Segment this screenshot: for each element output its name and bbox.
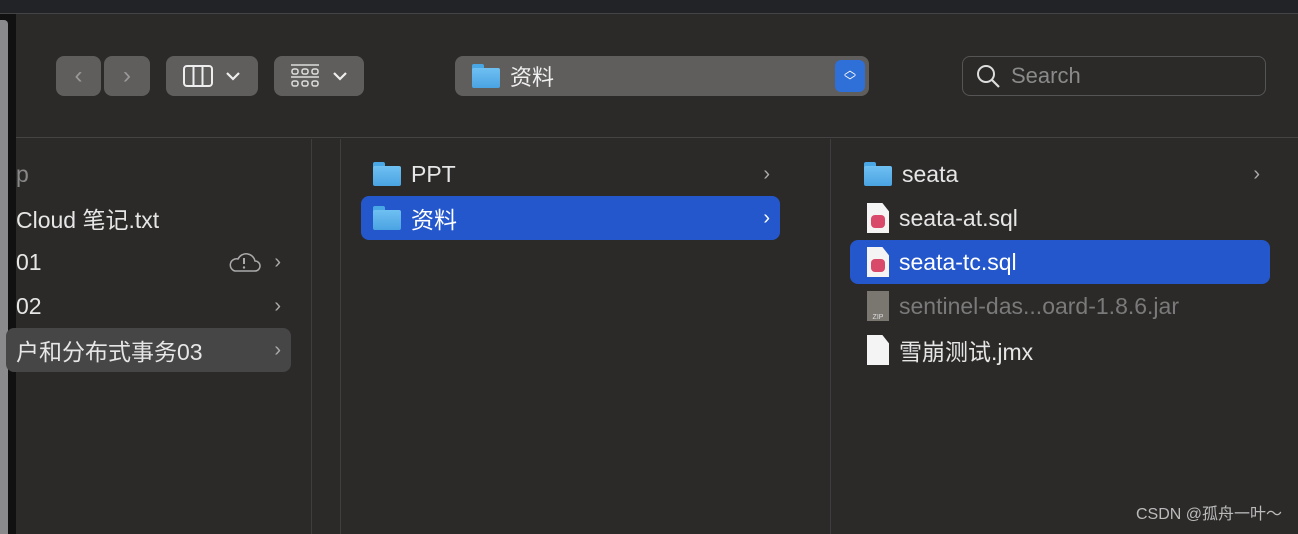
sql-file-icon (867, 247, 889, 277)
forward-button[interactable]: › (104, 56, 150, 96)
chevron-right-icon: › (763, 162, 770, 185)
folder-icon (472, 64, 500, 88)
folder-icon (373, 162, 401, 186)
chevron-right-icon: › (274, 338, 281, 361)
column-divider (311, 139, 312, 534)
watermark: CSDN @孤舟一叶～ (1135, 506, 1282, 523)
back-button[interactable]: ‹ (56, 56, 101, 96)
popup-stepper-icon: ︿ ﹀ (835, 60, 865, 92)
list-item[interactable]: 雪崩测试.jmx (850, 328, 1270, 372)
finder-window: ‹ › 资料 ︿﹀ p Cloud 笔记.txt 01 › 02 › 户和分布式事… (6, 15, 1298, 534)
list-item[interactable]: seata › (850, 152, 1270, 196)
cloud-alert-icon (229, 253, 261, 272)
grid-icon (291, 64, 319, 87)
top-strip (0, 0, 1298, 14)
chevron-right-icon: › (763, 206, 770, 229)
list-item-selected[interactable]: 资料 › (361, 196, 780, 240)
list-item[interactable]: Cloud 笔记.txt (6, 196, 291, 240)
item-name: p (16, 160, 29, 187)
list-item[interactable]: 01 › (6, 240, 291, 284)
item-name: seata-tc.sql (899, 248, 1017, 275)
chevron-right-icon: › (274, 294, 281, 317)
list-item[interactable]: p (6, 152, 291, 196)
column-1: p Cloud 笔记.txt 01 › 02 › 户和分布式事务03 › (6, 139, 311, 534)
chevron-down-icon (333, 72, 347, 81)
list-item[interactable]: PPT › (361, 152, 780, 196)
list-item[interactable]: ZIP sentinel-das...oard-1.8.6.jar (850, 284, 1270, 328)
chevron-right-icon: › (274, 250, 281, 273)
chevron-left-icon: ‹ (74, 62, 83, 89)
item-name: sentinel-das...oard-1.8.6.jar (899, 292, 1179, 319)
path-popup[interactable]: 资料 ︿ ﹀ (455, 56, 869, 96)
columns-view-icon (183, 65, 213, 87)
search-icon (977, 65, 1000, 88)
item-name: seata (902, 160, 959, 187)
path-label: 资料 (510, 65, 555, 90)
folder-icon (864, 162, 892, 186)
list-item-selected[interactable]: seata-tc.sql (850, 240, 1270, 284)
item-name: PPT (411, 160, 456, 187)
chevron-right-icon: › (1253, 162, 1260, 185)
chevron-down-icon (226, 72, 240, 81)
column-2: PPT › 资料 › (340, 139, 830, 534)
group-button[interactable] (274, 56, 364, 96)
item-name: Cloud 笔记.txt (16, 207, 160, 233)
item-name: seata-at.sql (899, 204, 1018, 231)
list-item-selected[interactable]: 户和分布式事务03 › (6, 328, 291, 372)
chevron-right-icon: › (123, 62, 131, 89)
item-name: 02 (16, 292, 42, 319)
view-mode-button[interactable] (166, 56, 258, 96)
folder-icon (373, 206, 401, 230)
item-name: 户和分布式事务03 (16, 339, 203, 365)
toolbar: ‹ › 资料 ︿ ﹀ (16, 15, 1298, 138)
list-item[interactable]: seata-at.sql (850, 196, 1270, 240)
column-3: seata › seata-at.sql seata-tc.sql ZIP sent… (830, 139, 1298, 534)
item-name: 雪崩测试.jmx (899, 339, 1034, 365)
zip-archive-icon: ZIP (867, 291, 889, 321)
search-field[interactable] (962, 56, 1266, 96)
document-icon (867, 335, 889, 365)
item-name: 01 (16, 248, 42, 275)
list-item[interactable]: 02 › (6, 284, 291, 328)
sql-file-icon (867, 203, 889, 233)
search-input[interactable] (1011, 63, 1251, 89)
item-name: 资料 (411, 207, 457, 233)
